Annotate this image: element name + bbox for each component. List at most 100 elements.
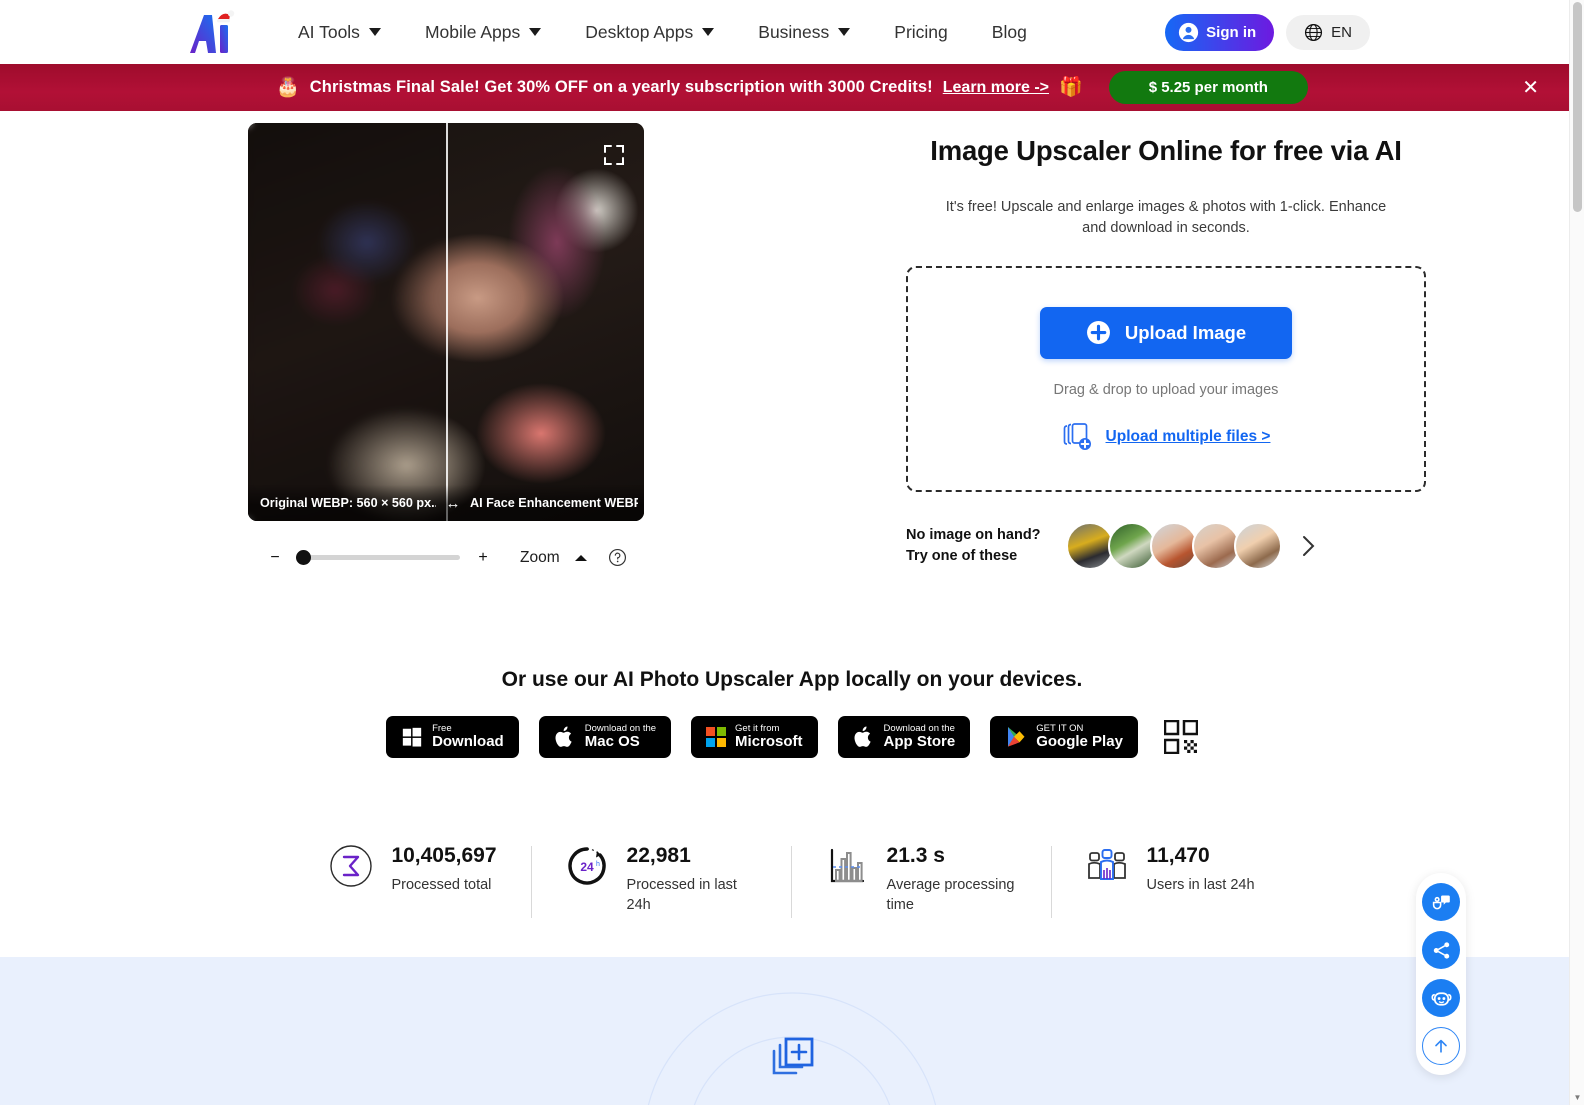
qr-code-icon[interactable] [1163, 720, 1198, 755]
help-circle-icon[interactable] [608, 548, 627, 567]
add-files-icon[interactable] [764, 1029, 820, 1085]
comparison-labels: Original WEBP: 560 × 560 px... ↔ AI Face… [248, 485, 644, 521]
store-badges: Free Download Download on the Mac OS Get… [0, 716, 1584, 759]
badge-macos-download[interactable]: Download on the Mac OS [538, 716, 672, 759]
ai-logo-icon [190, 10, 235, 53]
stat-label: Users in last 24h [1146, 877, 1255, 894]
language-label: EN [1331, 23, 1352, 41]
multiple-files-icon [1063, 422, 1091, 450]
chevron-down-icon [368, 28, 381, 36]
sign-in-button[interactable]: Sign in [1165, 13, 1275, 51]
hero-section: Original WEBP: 560 × 560 px... ↔ AI Face… [0, 111, 1584, 571]
nav-label: Mobile Apps [424, 21, 521, 42]
site-logo[interactable] [186, 9, 242, 55]
zoom-in-button[interactable]: + [468, 549, 498, 567]
google-play-icon [1008, 727, 1025, 747]
stat-users-24h: 11,470 Users in last 24h [1050, 844, 1289, 919]
badge-big-label: Microsoft [735, 733, 803, 751]
main-nav: AI Tools Mobile Apps Desktop Apps Busine… [298, 22, 1027, 43]
bot-assistant-button[interactable] [1422, 979, 1460, 1017]
fullscreen-expand-icon[interactable] [602, 143, 626, 167]
language-selector[interactable]: EN [1286, 14, 1370, 50]
badge-microsoft-store[interactable]: Get it from Microsoft [691, 716, 818, 759]
sample-thumb-bus[interactable] [1066, 522, 1114, 571]
header-actions: Sign in EN [1165, 13, 1370, 51]
site-header: AI Tools Mobile Apps Desktop Apps Busine… [0, 0, 1584, 64]
nav-label: Blog [991, 21, 1027, 42]
zoom-label: Zoom [520, 548, 560, 566]
drag-drop-hint: Drag & drop to upload your images [1053, 381, 1279, 398]
stat-value: 22,981 [626, 844, 691, 868]
original-label: Original WEBP: 560 × 560 px... [260, 496, 436, 510]
floating-action-buttons [1416, 873, 1466, 1075]
price-button[interactable]: $ 5.25 per month [1108, 71, 1308, 104]
before-after-comparison[interactable]: Original WEBP: 560 × 560 px... ↔ AI Face… [248, 123, 644, 521]
badge-app-store[interactable]: Download on the App Store [837, 716, 971, 759]
learn-more-link[interactable]: Learn more -> [943, 79, 1049, 97]
close-banner-button[interactable]: ✕ [1522, 78, 1539, 98]
stat-label: Processed total [391, 877, 492, 894]
scroll-to-top-icon [1435, 1039, 1447, 1053]
sample-images-prompt: No image on hand? Try one of these [906, 525, 1066, 567]
nav-label: Desktop Apps [585, 21, 694, 42]
zoom-slider[interactable] [296, 550, 460, 565]
upload-multiple-files-link[interactable]: Upload multiple files > [1062, 422, 1271, 452]
badge-big-label: Mac OS [584, 733, 640, 751]
nav-item-pricing[interactable]: Pricing [894, 22, 948, 43]
sample-prompt-line2: Try one of these [906, 548, 1018, 565]
cake-emoji-icon: 🎂 [276, 77, 300, 98]
chevron-down-icon [702, 28, 715, 36]
upload-dropzone[interactable]: Upload Image Drag & drop to upload your … [906, 266, 1426, 493]
nav-item-ai-tools[interactable]: AI Tools [298, 22, 381, 43]
sample-thumbnails [1066, 522, 1282, 571]
plus-circle-icon [1086, 321, 1110, 345]
sample-thumb-woman[interactable] [1150, 522, 1198, 571]
sample-thumb-road[interactable] [1108, 522, 1156, 571]
svg-text:24: 24 [580, 860, 594, 874]
sample-thumb-family[interactable] [1192, 522, 1240, 571]
nav-label: Pricing [894, 21, 948, 42]
share-button[interactable] [1422, 931, 1460, 969]
share-icon [1433, 941, 1449, 959]
stat-label: Processed in last 24h [626, 877, 737, 913]
stat-value: 11,470 [1146, 844, 1210, 868]
stat-processed-24h: 24 h 22,981 Processed in last 24h [530, 844, 791, 918]
badge-big-label: Google Play [1036, 733, 1123, 751]
next-samples-icon[interactable] [1300, 535, 1316, 557]
page-scrollbar[interactable]: ▲ ▼ [1569, 0, 1584, 1105]
bottom-upload-band [0, 957, 1584, 1105]
gift-emoji-icon: 🎁 [1059, 77, 1083, 98]
page-title: Image Upscaler Online for free via AI [930, 135, 1402, 166]
chevron-up-icon[interactable] [574, 553, 588, 563]
scroll-down-arrow[interactable]: ▼ [1570, 1090, 1584, 1105]
zoom-controls: − + Zoom [248, 548, 888, 567]
nav-item-mobile-apps[interactable]: Mobile Apps [424, 21, 542, 43]
stat-average-time: 21.3 s Average processing time [790, 844, 1051, 918]
sigma-icon [330, 845, 373, 887]
nav-item-blog[interactable]: Blog [992, 22, 1027, 43]
sign-in-label: Sign in [1206, 23, 1257, 41]
page-subtitle: It's free! Upscale and enlarge images & … [945, 199, 1387, 236]
zoom-slider-handle[interactable] [296, 550, 311, 565]
feedback-button[interactable] [1422, 883, 1460, 921]
comparison-divider[interactable] [446, 123, 448, 521]
badge-windows-download[interactable]: Free Download [386, 716, 519, 759]
drag-handle-icon[interactable]: ↔ [436, 495, 470, 512]
nav-label: Business [758, 21, 830, 42]
stat-processed-total: 10,405,697 Processed total [295, 844, 530, 895]
bar-chart-icon [830, 849, 864, 883]
nav-item-business[interactable]: Business [758, 21, 851, 43]
badge-big-label: Download [432, 733, 504, 751]
scroll-to-top-button[interactable] [1422, 1027, 1460, 1065]
stat-value: 10,405,697 [391, 844, 497, 868]
statistics-row: 10,405,697 Processed total 24 h 22,981 P… [0, 844, 1584, 919]
badge-google-play[interactable]: GET IT ON Google Play [990, 716, 1138, 759]
upload-multiple-files-label: Upload multiple files > [1105, 427, 1271, 445]
zoom-out-button[interactable]: − [260, 549, 290, 567]
sample-thumb-blonde[interactable] [1234, 522, 1282, 571]
hero-preview-column: Original WEBP: 560 × 560 px... ↔ AI Face… [248, 123, 888, 570]
upload-image-button[interactable]: Upload Image [1040, 306, 1292, 359]
scrollbar-thumb[interactable] [1573, 2, 1582, 212]
nav-item-desktop-apps[interactable]: Desktop Apps [585, 21, 715, 43]
svg-text:h: h [596, 861, 600, 868]
